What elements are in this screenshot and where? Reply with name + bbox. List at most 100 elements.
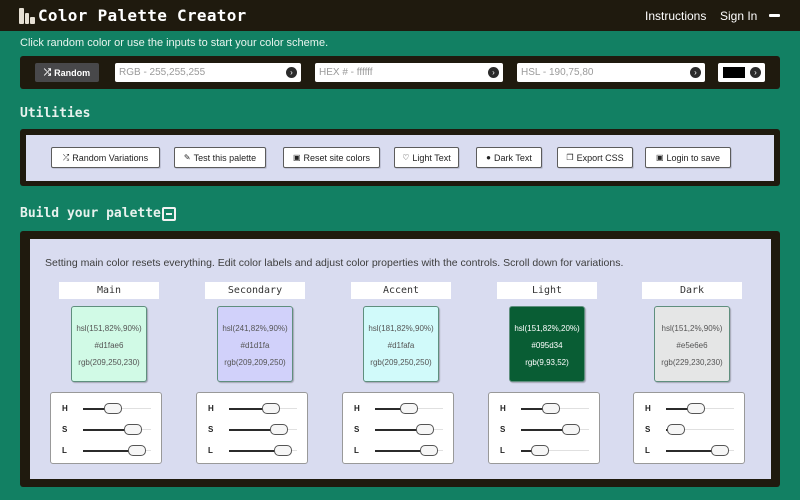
slider-thumb[interactable] xyxy=(400,403,419,414)
lightness-slider-label: L xyxy=(62,446,67,455)
slider-fill xyxy=(229,429,274,431)
hex-input[interactable]: HEX # - ffffff › xyxy=(315,63,503,82)
swatch-hex-value: #095d34 xyxy=(531,341,563,350)
hsl-slider-panel: H S L xyxy=(50,392,162,464)
slider-thumb[interactable] xyxy=(711,445,729,456)
rgb-input[interactable]: RGB - 255,255,255 › xyxy=(115,63,301,82)
lightness-slider[interactable]: L xyxy=(197,443,309,459)
saturation-slider-label: S xyxy=(354,425,360,434)
swatch-hsl-value: hsl(241,82%,90%) xyxy=(222,324,288,333)
save-icon: ▣ xyxy=(655,153,664,162)
slider-thumb[interactable] xyxy=(416,424,434,435)
color-label-input[interactable]: Main xyxy=(59,282,159,299)
slider-fill xyxy=(521,429,566,431)
slider-fill xyxy=(375,450,424,452)
swatch-hsl-value: hsl(181,82%,90%) xyxy=(368,324,434,333)
slider-thumb[interactable] xyxy=(562,424,580,435)
build-panel: Setting main color resets everything. Ed… xyxy=(20,231,780,487)
color-picker-submit-icon[interactable]: › xyxy=(750,67,761,78)
slider-thumb[interactable] xyxy=(541,403,560,414)
shuffle-icon: ⤮ xyxy=(62,152,70,162)
slider-thumb[interactable] xyxy=(420,445,438,456)
hex-submit-icon[interactable]: › xyxy=(488,67,499,78)
slider-thumb[interactable] xyxy=(128,445,146,456)
test-palette-button[interactable]: ✎ Test this palette xyxy=(174,147,266,168)
slider-thumb[interactable] xyxy=(103,403,122,414)
saturation-slider[interactable]: S xyxy=(489,422,601,438)
saturation-slider-label: S xyxy=(645,425,651,434)
shuffle-icon: ⤮ xyxy=(43,67,52,77)
build-heading: Build your palette xyxy=(20,206,161,221)
lightness-slider[interactable]: L xyxy=(634,443,746,459)
copy-icon: ❐ xyxy=(566,153,574,162)
menu-icon[interactable] xyxy=(769,14,780,17)
swatch-rgb-value: rgb(209,250,250) xyxy=(370,358,432,367)
hue-slider-label: H xyxy=(62,404,68,413)
swatch-hsl-value: hsl(151,82%,20%) xyxy=(514,324,580,333)
swatch-hex-value: #d1d1fa xyxy=(240,341,270,350)
hsl-input[interactable]: HSL - 190,75,80 › xyxy=(517,63,705,82)
hsl-slider-panel: H S L xyxy=(633,392,745,464)
slider-thumb[interactable] xyxy=(686,403,705,414)
hsl-slider-panel: H S L xyxy=(342,392,454,464)
saturation-slider-label: S xyxy=(62,425,68,434)
lightness-slider[interactable]: L xyxy=(343,443,455,459)
color-swatch-card: hsl(241,82%,90%) #d1d1fa rgb(209,209,250) xyxy=(217,306,293,382)
hue-slider-label: H xyxy=(500,404,506,413)
hue-slider[interactable]: H xyxy=(634,401,746,417)
color-label-input[interactable]: Accent xyxy=(351,282,451,299)
saturation-slider[interactable]: S xyxy=(343,422,455,438)
slider-fill xyxy=(666,450,715,452)
hue-slider[interactable]: H xyxy=(51,401,163,417)
color-label-input[interactable]: Secondary xyxy=(205,282,305,299)
color-label-input[interactable]: Light xyxy=(497,282,597,299)
saturation-slider-label: S xyxy=(500,425,506,434)
saturation-slider-label: S xyxy=(208,425,214,434)
saturation-slider[interactable]: S xyxy=(51,422,163,438)
slider-fill xyxy=(83,450,132,452)
hue-slider-label: H xyxy=(354,404,360,413)
hsl-submit-icon[interactable]: › xyxy=(690,67,701,78)
lightness-slider-label: L xyxy=(645,446,650,455)
light-text-button[interactable]: ♡ Light Text xyxy=(394,147,459,168)
app-title: Color Palette Creator xyxy=(38,6,247,25)
dark-text-button[interactable]: ● Dark Text xyxy=(476,147,542,168)
hue-slider[interactable]: H xyxy=(343,401,455,417)
hsl-slider-panel: H S L xyxy=(488,392,600,464)
build-inner: Setting main color resets everything. Ed… xyxy=(30,239,771,479)
export-css-button[interactable]: ❐ Export CSS xyxy=(557,147,633,168)
reset-site-colors-button[interactable]: ▣ Reset site colors xyxy=(283,147,380,168)
slider-thumb[interactable] xyxy=(667,424,685,435)
sign-in-link[interactable]: Sign In xyxy=(720,9,757,23)
slider-thumb[interactable] xyxy=(270,424,288,435)
hue-slider[interactable]: H xyxy=(489,401,601,417)
swatch-rgb-value: rgb(209,209,250) xyxy=(224,358,286,367)
slider-thumb[interactable] xyxy=(274,445,292,456)
swatch-hex-value: #d1fafa xyxy=(387,341,415,350)
lightness-slider[interactable]: L xyxy=(51,443,163,459)
top-bar: Color Palette Creator Instructions Sign … xyxy=(0,0,800,31)
saturation-slider[interactable]: S xyxy=(197,422,309,438)
lightness-slider-label: L xyxy=(208,446,213,455)
rgb-submit-icon[interactable]: › xyxy=(286,67,297,78)
slider-thumb[interactable] xyxy=(531,445,549,456)
random-color-button[interactable]: ⤮ Random xyxy=(35,63,99,82)
color-label-input[interactable]: Dark xyxy=(642,282,742,299)
collapse-icon[interactable] xyxy=(162,207,176,221)
lightness-slider[interactable]: L xyxy=(489,443,601,459)
color-picker[interactable]: › xyxy=(718,63,765,82)
saturation-slider[interactable]: S xyxy=(634,422,746,438)
save-icon: ▣ xyxy=(292,153,301,162)
login-to-save-button[interactable]: ▣ Login to save xyxy=(645,147,731,168)
utilities-inner: ⤮ Random Variations ✎ Test this palette ▣ R… xyxy=(26,135,774,181)
random-variations-button[interactable]: ⤮ Random Variations xyxy=(51,147,160,168)
slider-fill xyxy=(83,429,128,431)
lightbulb-icon: ● xyxy=(486,153,491,162)
hue-slider[interactable]: H xyxy=(197,401,309,417)
instructions-link[interactable]: Instructions xyxy=(645,9,706,23)
slider-thumb[interactable] xyxy=(262,403,281,414)
slider-thumb[interactable] xyxy=(124,424,142,435)
color-swatch-card: hsl(181,82%,90%) #d1fafa rgb(209,250,250) xyxy=(363,306,439,382)
lightbulb-outline-icon: ♡ xyxy=(402,153,410,162)
slider-fill xyxy=(375,429,420,431)
